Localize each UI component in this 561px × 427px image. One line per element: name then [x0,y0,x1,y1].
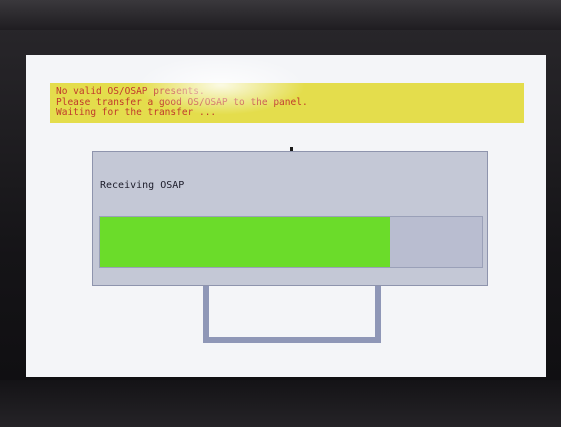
transfer-dialog: Receiving OSAP [92,151,488,286]
status-banner: No valid OS/OSAP presents. Please transf… [50,83,524,123]
banner-line-3: Waiting for the transfer ... [56,107,217,118]
progress-bar-fill [100,217,391,267]
bezel-top-edge [0,0,561,30]
bezel-bottom-edge [0,380,561,427]
banner-line-1: No valid OS/OSAP presents. [56,86,205,97]
dialog-title: Receiving OSAP [100,180,185,191]
panel-screen: No valid OS/OSAP presents. Please transf… [26,55,546,377]
progress-bar [99,216,483,268]
background-window-frame [203,283,381,343]
